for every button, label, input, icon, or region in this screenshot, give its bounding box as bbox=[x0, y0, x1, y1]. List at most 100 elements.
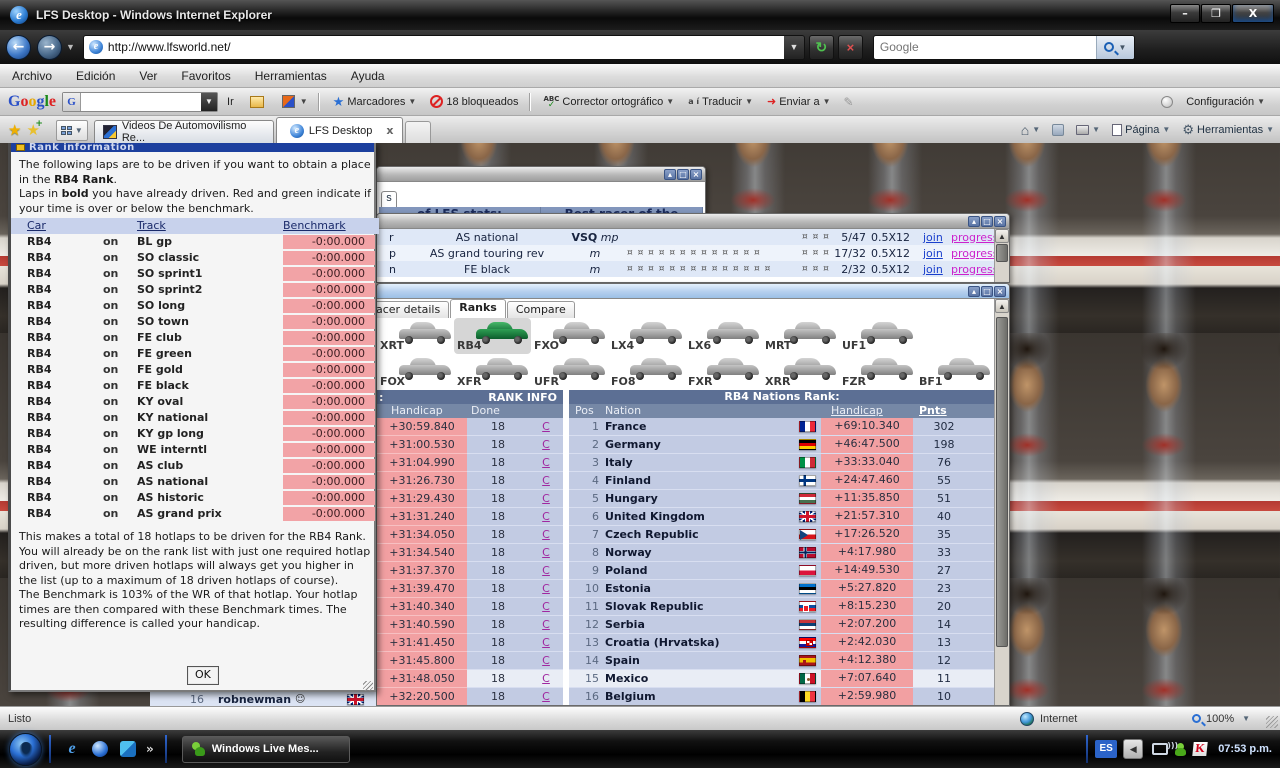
racer-name[interactable]: robnewman bbox=[218, 693, 291, 706]
car-bf1[interactable]: BF1 bbox=[916, 354, 993, 390]
task-button-messenger[interactable]: Windows Live Mes... bbox=[181, 735, 350, 763]
window-resize-grip[interactable] bbox=[1266, 716, 1278, 728]
scrollbar-thumb[interactable] bbox=[996, 244, 1008, 262]
google-search-box[interactable]: G ▼ bbox=[62, 91, 219, 112]
quicklaunch-media-icon[interactable] bbox=[89, 738, 111, 760]
quicklaunch-messenger-icon[interactable] bbox=[117, 738, 139, 760]
restore-icon[interactable]: □ bbox=[981, 285, 993, 297]
gadget-button[interactable]: ▼ bbox=[275, 91, 313, 113]
chart-link[interactable]: C bbox=[529, 472, 563, 490]
close-icon[interactable]: × bbox=[994, 215, 1006, 227]
ok-button[interactable]: OK bbox=[187, 666, 219, 685]
scroll-up-icon[interactable]: ▲ bbox=[995, 229, 1009, 243]
join-link[interactable]: join bbox=[923, 247, 943, 260]
car-lx4[interactable]: LX4 bbox=[608, 318, 685, 354]
toolbar-settings-button[interactable]: Configuración ▼ bbox=[1181, 91, 1270, 113]
tab-racer-details[interactable]: acer details bbox=[377, 301, 450, 318]
quick-tabs-button[interactable]: ▼ bbox=[55, 120, 88, 141]
network-volume-icon[interactable] bbox=[1152, 741, 1178, 755]
chart-link[interactable]: C bbox=[529, 526, 563, 544]
page-menu-button[interactable]: Página ▼ bbox=[1106, 118, 1176, 142]
menu-ver[interactable]: Ver bbox=[127, 69, 169, 83]
menu-edicion[interactable]: Edición bbox=[64, 69, 127, 83]
send-to-button[interactable]: ➜ Enviar a ▼ bbox=[762, 91, 836, 113]
address-dropdown-icon[interactable]: ▼ bbox=[783, 35, 804, 59]
progress-link[interactable]: progress bbox=[951, 247, 999, 260]
new-tab-stub[interactable] bbox=[404, 121, 431, 143]
menu-favoritos[interactable]: Favoritos bbox=[169, 69, 242, 83]
stop-button[interactable]: × bbox=[837, 34, 863, 60]
chart-link[interactable]: C bbox=[529, 670, 563, 688]
hosts-scrollbar[interactable]: ▲ bbox=[994, 229, 1009, 282]
join-link[interactable]: join bbox=[923, 231, 943, 244]
tab-videos[interactable]: Videos De Automovilismo Re... bbox=[93, 120, 274, 144]
notebook-button[interactable] bbox=[243, 91, 271, 113]
close-button[interactable]: X bbox=[1232, 4, 1274, 23]
chart-link[interactable]: C bbox=[529, 490, 563, 508]
menu-herramientas[interactable]: Herramientas bbox=[243, 69, 339, 83]
stats-window-title-bar[interactable]: ▴ □ × bbox=[377, 167, 705, 182]
shade-icon[interactable]: ▴ bbox=[968, 285, 980, 297]
scrollbar-thumb[interactable] bbox=[996, 317, 1008, 647]
translate-button[interactable]: a í Traducir ▼ bbox=[683, 91, 758, 113]
car-xrt[interactable]: XRT bbox=[377, 318, 454, 354]
col-benchmark[interactable]: Benchmark bbox=[283, 219, 375, 234]
shade-icon[interactable]: ▴ bbox=[968, 215, 980, 227]
antivirus-icon[interactable]: K bbox=[1192, 741, 1208, 756]
favorites-center-icon[interactable]: ★ bbox=[8, 121, 21, 139]
car-rb4-selected[interactable]: RB4 bbox=[454, 318, 531, 354]
progress-link[interactable]: progress bbox=[951, 263, 999, 276]
clock[interactable]: 07:53 p.m. bbox=[1218, 743, 1272, 755]
car-ufr[interactable]: UFR bbox=[531, 354, 608, 390]
quicklaunch-ie-icon[interactable]: e bbox=[61, 738, 83, 760]
chart-link[interactable]: C bbox=[529, 436, 563, 454]
progress-link[interactable]: progress bbox=[951, 231, 999, 244]
tools-menu-button[interactable]: ⚙ Herramientas ▼ bbox=[1176, 118, 1280, 142]
car-xrr[interactable]: XRR bbox=[762, 354, 839, 390]
stats-tab[interactable]: s bbox=[381, 191, 397, 207]
zoom-control[interactable]: 100% ▼ bbox=[1192, 713, 1250, 725]
col-pnts[interactable]: Pnts bbox=[919, 404, 947, 417]
col-handicap-right[interactable]: Handicap bbox=[831, 404, 883, 417]
chart-link[interactable]: C bbox=[529, 562, 563, 580]
tab-ranks[interactable]: Ranks bbox=[450, 299, 506, 318]
chart-link[interactable]: C bbox=[529, 580, 563, 598]
car-fzr[interactable]: FZR bbox=[839, 354, 916, 390]
car-lx6[interactable]: LX6 bbox=[685, 318, 762, 354]
chart-link[interactable]: C bbox=[529, 508, 563, 526]
join-link[interactable]: join bbox=[923, 263, 943, 276]
tab-lfs-desktop[interactable]: e LFS Desktop x bbox=[275, 117, 403, 143]
tab-close-icon[interactable]: x bbox=[386, 124, 393, 137]
add-favorite-icon[interactable]: ★ + bbox=[26, 119, 42, 139]
minimize-button[interactable]: – bbox=[1170, 4, 1200, 23]
search-go-button[interactable]: ▼ bbox=[1095, 35, 1134, 59]
car-mrt[interactable]: MRT bbox=[762, 318, 839, 354]
refresh-button[interactable]: ↻ bbox=[808, 34, 834, 60]
google-search-dropdown-icon[interactable]: ▼ bbox=[201, 92, 218, 111]
shade-icon[interactable]: ▴ bbox=[664, 168, 676, 180]
chart-link[interactable]: C bbox=[529, 454, 563, 472]
search-provider-dropdown-icon[interactable]: ▼ bbox=[1118, 43, 1126, 52]
bookmarks-button[interactable]: ★ Marcadores ▼ bbox=[328, 91, 422, 113]
search-input[interactable] bbox=[873, 40, 1096, 54]
restore-icon[interactable]: □ bbox=[981, 215, 993, 227]
tab-compare[interactable]: Compare bbox=[506, 301, 575, 318]
car-fxr[interactable]: FXR bbox=[685, 354, 762, 390]
google-search-field[interactable] bbox=[81, 93, 201, 111]
forward-button[interactable]: → bbox=[37, 34, 62, 60]
chart-link[interactable]: C bbox=[529, 652, 563, 670]
car-fxo[interactable]: FXO bbox=[531, 318, 608, 354]
close-icon[interactable]: × bbox=[994, 285, 1006, 297]
car-fo8[interactable]: FO8 bbox=[608, 354, 685, 390]
chart-link[interactable]: C bbox=[529, 598, 563, 616]
chart-link[interactable]: C bbox=[529, 418, 563, 436]
ranks-scrollbar[interactable]: ▲ bbox=[994, 299, 1009, 705]
chart-link[interactable]: C bbox=[529, 688, 563, 705]
quicklaunch-overflow-icon[interactable]: » bbox=[146, 742, 154, 756]
start-button[interactable] bbox=[9, 732, 42, 766]
restore-icon[interactable]: □ bbox=[677, 168, 689, 180]
chart-link[interactable]: C bbox=[529, 544, 563, 562]
close-icon[interactable]: × bbox=[690, 168, 702, 180]
tray-collapse-button[interactable]: ◀ bbox=[1123, 739, 1144, 759]
messenger-tray-icon[interactable] bbox=[1174, 742, 1187, 756]
